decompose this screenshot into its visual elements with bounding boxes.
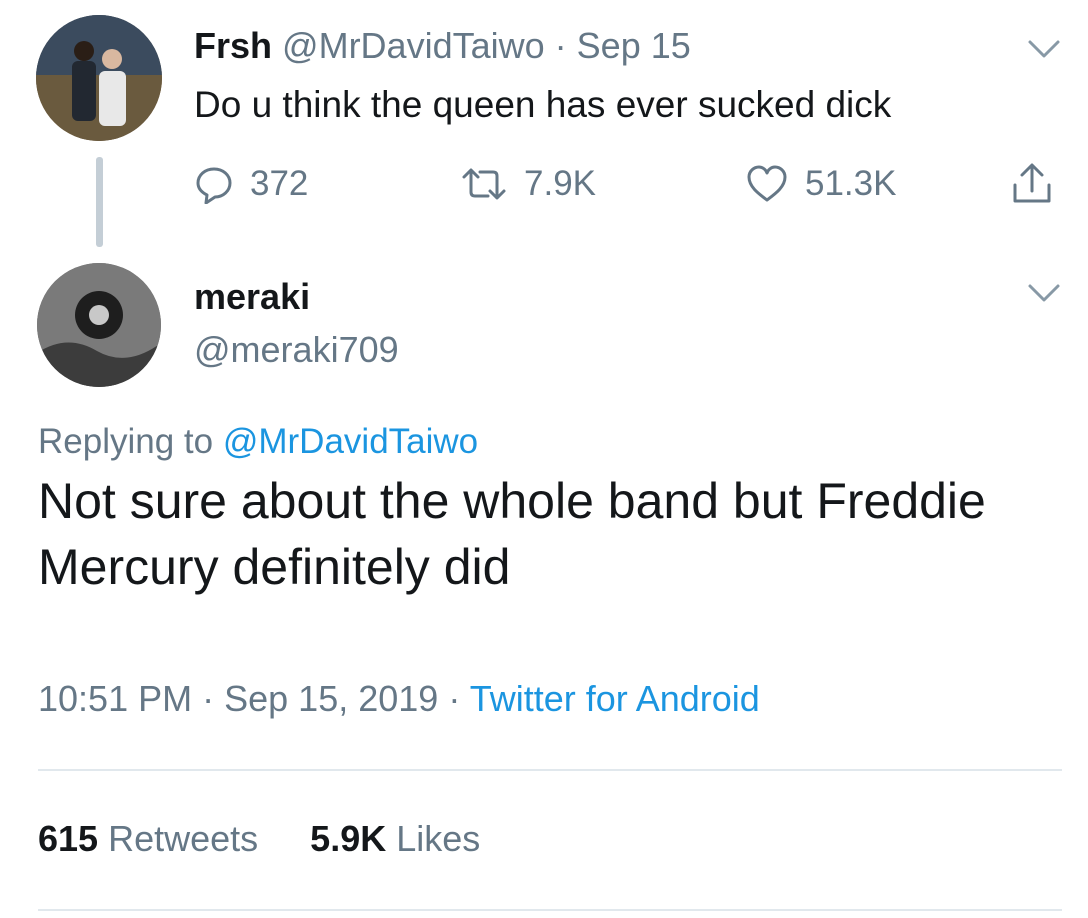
engagement-stats: 615 Retweets 5.9K Likes [38,816,480,862]
like-button[interactable]: 51.3K [745,160,896,208]
likes-stat[interactable]: 5.9K Likes [310,818,480,859]
likes-label: Likes [396,818,481,859]
reply-button[interactable]: 372 [194,160,308,208]
avatar[interactable] [37,263,161,387]
meta-separator: · [554,25,567,66]
tweet-date[interactable]: Sep 15, 2019 [224,678,438,719]
chevron-down-icon[interactable] [1024,280,1064,306]
heart-icon [745,164,789,204]
meta-separator: · [202,678,215,719]
tweet-source-link[interactable]: Twitter for Android [470,678,760,719]
share-icon [1010,161,1054,207]
parent-tweet-header: Frsh @MrDavidTaiwo · Sep 15 [194,24,691,68]
retweets-count: 615 [38,818,99,859]
retweets-label: Retweets [108,818,259,859]
reply-display-name[interactable]: meraki [194,275,310,319]
thread-connector-line [96,157,103,247]
share-button[interactable] [1010,160,1054,208]
reply-tweet-text: Not sure about the whole band but Freddi… [38,473,986,595]
parent-handle[interactable]: @MrDavidTaiwo [282,25,545,66]
divider [38,769,1062,771]
parent-tweet-text: Do u think the queen has ever sucked dic… [194,84,892,125]
parent-display-name[interactable]: Frsh [194,25,272,66]
replying-to-line: Replying to @MrDavidTaiwo [38,420,478,464]
divider [38,909,1062,911]
reply-handle[interactable]: @meraki709 [194,328,399,372]
retweets-stat[interactable]: 615 Retweets [38,818,258,859]
avatar-photo [37,263,161,387]
parent-date[interactable]: Sep 15 [577,25,691,66]
tweet-timestamp-line: 10:51 PM · Sep 15, 2019 · Twitter for An… [38,676,760,722]
retweet-count: 7.9K [524,164,596,203]
likes-count: 5.9K [310,818,387,859]
tweet-time[interactable]: 10:51 PM [38,678,192,719]
reply-count: 372 [250,164,309,203]
replying-to-label: Replying to [38,422,214,461]
retweet-button[interactable]: 7.9K [460,160,596,208]
retweet-icon [460,164,508,204]
avatar-photo [36,15,162,141]
avatar[interactable] [36,15,162,141]
reply-icon [194,164,234,204]
chevron-down-icon[interactable] [1024,36,1064,62]
meta-separator: · [448,678,461,719]
replying-to-mention[interactable]: @MrDavidTaiwo [223,422,478,461]
like-count: 51.3K [805,164,897,203]
